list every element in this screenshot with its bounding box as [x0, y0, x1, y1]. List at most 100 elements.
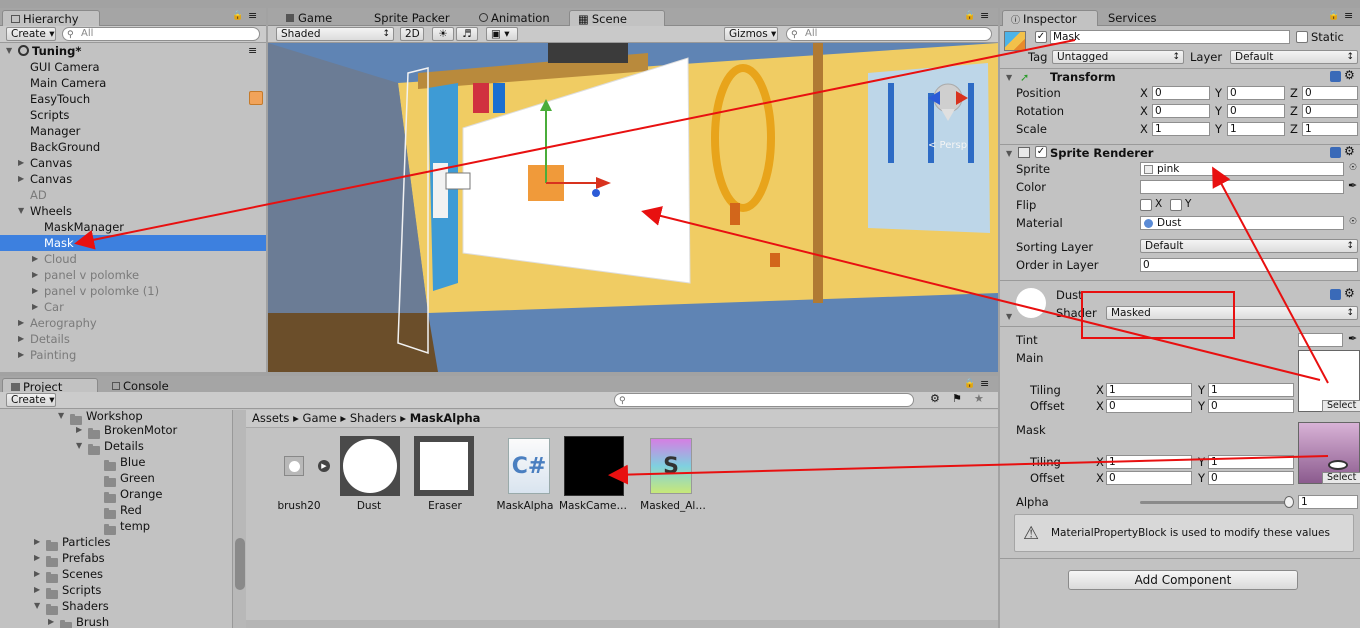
mask-tiling-y-field[interactable]: 1 — [1208, 455, 1294, 469]
alpha-slider-thumb[interactable] — [1284, 496, 1294, 508]
transform-y-field[interactable]: 0 — [1227, 104, 1285, 118]
gizmos-dropdown[interactable]: Gizmos ▾ — [724, 27, 778, 41]
component-gear-icon[interactable]: ⚙ — [1344, 144, 1355, 158]
project-folder-row[interactable]: ▶ BrokenMotor — [0, 422, 232, 439]
active-checkbox[interactable]: ✓ — [1035, 31, 1047, 43]
mask-texture-select-button[interactable]: Select — [1322, 472, 1360, 484]
sprite-field[interactable]: pink — [1140, 162, 1344, 176]
object-picker-icon[interactable]: ☉ — [1349, 217, 1357, 227]
project-folder-row[interactable]: ▼ Details — [0, 438, 232, 455]
breadcrumb-maskalpha[interactable]: MaskAlpha — [410, 411, 481, 425]
sprite-renderer-enabled-checkbox[interactable]: ✓ — [1035, 146, 1047, 158]
hierarchy-row[interactable]: ▶ Painting — [0, 347, 266, 363]
eyedropper-icon[interactable]: ✒ — [1348, 332, 1357, 345]
hierarchy-row[interactable]: Manager — [0, 123, 266, 139]
tag-dropdown[interactable]: Untagged — [1052, 50, 1184, 64]
main-offset-y-field[interactable]: 0 — [1208, 399, 1294, 413]
collapsed-arrow-icon[interactable]: ▶ — [32, 283, 38, 299]
asset-item[interactable]: ▶ brush20 — [268, 436, 338, 516]
transform-z-field[interactable]: 1 — [1302, 122, 1358, 136]
tree-scrollbar[interactable] — [232, 410, 246, 628]
hierarchy-search-input[interactable]: ⚲ All — [62, 27, 260, 41]
panel-menu-icon[interactable]: ≡ — [248, 9, 257, 22]
hierarchy-row[interactable]: BackGround — [0, 139, 266, 155]
mask-offset-x-field[interactable]: 0 — [1106, 471, 1192, 485]
filter-label-icon[interactable]: ⚑ — [952, 392, 962, 405]
project-search-input[interactable]: ⚲ — [614, 393, 914, 407]
main-offset-x-field[interactable]: 0 — [1106, 399, 1192, 413]
project-folder-row[interactable]: ▶ Particles — [0, 534, 232, 551]
main-tiling-y-field[interactable]: 1 — [1208, 383, 1294, 397]
hierarchy-row[interactable]: AD — [0, 187, 266, 203]
tab-hierarchy[interactable]: Hierarchy — [2, 10, 100, 26]
eyedropper-icon[interactable]: ✒ — [1348, 179, 1357, 192]
material-fold-arrow-icon[interactable]: ▼ — [1006, 312, 1012, 321]
hierarchy-row[interactable]: Scripts — [0, 107, 266, 123]
favorite-star-icon[interactable]: ★ — [974, 392, 984, 405]
tab-animation[interactable]: Animation — [471, 10, 558, 26]
breadcrumb-game[interactable]: Game — [303, 411, 337, 425]
hierarchy-row[interactable]: ▶ Details — [0, 331, 266, 347]
lock-icon[interactable]: 🔒 — [232, 11, 243, 21]
expanded-arrow-icon[interactable]: ▼ — [34, 598, 40, 614]
hierarchy-row[interactable]: ▶ panel v polomke — [0, 267, 266, 283]
material-field[interactable]: Dust — [1140, 216, 1344, 230]
transform-x-field[interactable]: 1 — [1152, 122, 1210, 136]
transform-y-field[interactable]: 0 — [1227, 86, 1285, 100]
scene-search-input[interactable]: ⚲ All — [786, 27, 992, 41]
expanded-arrow-icon[interactable]: ▼ — [76, 438, 82, 454]
project-folder-row[interactable]: Red — [0, 502, 232, 519]
lock-icon[interactable]: 🔒 — [964, 379, 975, 389]
hierarchy-row[interactable]: ▶ Canvas — [0, 155, 266, 171]
project-create-button[interactable]: Create ▾ — [6, 393, 56, 407]
audio-toggle-icon[interactable]: ♬ — [456, 27, 478, 41]
flip-y-checkbox[interactable] — [1170, 199, 1182, 211]
filter-type-icon[interactable]: ⚙ — [930, 392, 940, 405]
collapsed-arrow-icon[interactable]: ▶ — [34, 566, 40, 582]
lighting-toggle-icon[interactable]: ☀ — [432, 27, 454, 41]
collapsed-arrow-icon[interactable]: ▶ — [18, 331, 24, 347]
collapsed-arrow-icon[interactable]: ▶ — [18, 347, 24, 363]
help-book-icon[interactable] — [1330, 147, 1341, 158]
toggle-2d-button[interactable]: 2D — [400, 27, 424, 41]
panel-menu-icon[interactable]: ≡ — [1344, 9, 1353, 22]
collapsed-arrow-icon[interactable]: ▶ — [32, 251, 38, 267]
expanded-arrow-icon[interactable]: ▼ — [18, 203, 24, 219]
collapsed-arrow-icon[interactable]: ▶ — [32, 267, 38, 283]
mask-offset-y-field[interactable]: 0 — [1208, 471, 1294, 485]
hierarchy-row[interactable]: Main Camera — [0, 75, 266, 91]
project-folder-row[interactable]: ▶ Prefabs — [0, 550, 232, 567]
asset-item[interactable]: C# MaskAlpha — [494, 436, 564, 516]
order-in-layer-field[interactable]: 0 — [1140, 258, 1358, 272]
object-name-field[interactable]: Mask — [1050, 30, 1290, 44]
sorting-layer-dropdown[interactable]: Default — [1140, 239, 1358, 253]
panel-menu-icon[interactable]: ≡ — [980, 9, 989, 22]
transform-fold-arrow-icon[interactable]: ▼ — [1006, 73, 1012, 82]
create-button[interactable]: Create ▾ — [6, 27, 56, 41]
hierarchy-row[interactable]: EasyTouch — [0, 91, 266, 107]
layer-dropdown[interactable]: Default — [1230, 50, 1358, 64]
shader-dropdown[interactable]: Masked — [1106, 306, 1358, 320]
expand-sprite-icon[interactable]: ▶ — [318, 460, 330, 472]
asset-item[interactable]: Eraser — [414, 436, 484, 516]
hierarchy-row[interactable]: ▶ Canvas — [0, 171, 266, 187]
project-folder-row[interactable]: ▶ Scripts — [0, 582, 232, 599]
component-gear-icon[interactable]: ⚙ — [1344, 286, 1355, 300]
collapsed-arrow-icon[interactable]: ▶ — [18, 315, 24, 331]
hierarchy-row[interactable]: ▶ Car — [0, 299, 266, 315]
lock-icon[interactable]: 🔒 — [964, 11, 975, 21]
project-folder-row[interactable]: Orange — [0, 486, 232, 503]
help-book-icon[interactable] — [1330, 289, 1341, 300]
tint-color-swatch[interactable] — [1298, 333, 1343, 347]
object-picker-icon[interactable]: ☉ — [1349, 163, 1357, 173]
hierarchy-row[interactable]: ▶ Cloud — [0, 251, 266, 267]
project-folder-row[interactable]: temp — [0, 518, 232, 535]
tab-scene[interactable]: ▦ Scene — [569, 10, 665, 26]
asset-item[interactable]: MaskCame… — [559, 436, 632, 516]
lock-icon[interactable]: 🔒 — [1328, 11, 1339, 21]
breadcrumb-shaders[interactable]: Shaders — [350, 411, 397, 425]
asset-item[interactable]: S Masked_Al… — [640, 436, 712, 516]
hierarchy-row[interactable]: MaskManager — [0, 219, 266, 235]
alpha-slider-track[interactable] — [1140, 501, 1290, 504]
transform-y-field[interactable]: 1 — [1227, 122, 1285, 136]
